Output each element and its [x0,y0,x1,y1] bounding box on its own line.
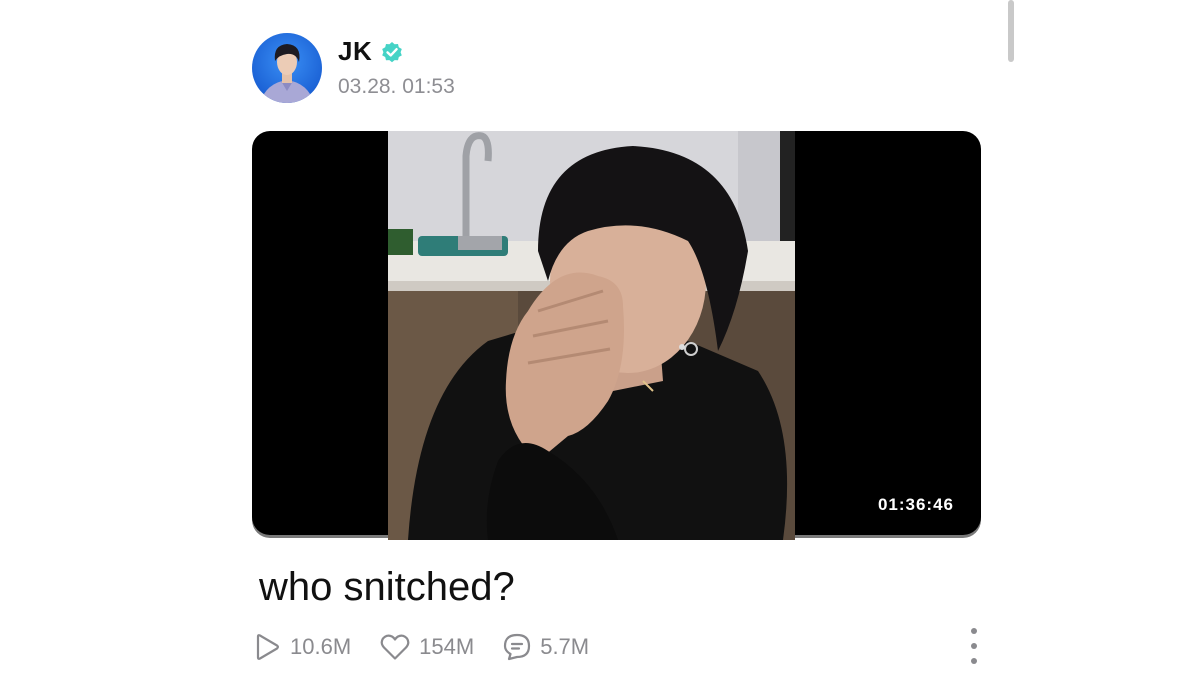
video-thumbnail[interactable] [388,131,795,540]
heart-icon[interactable] [379,632,411,662]
post-stats: 10.6M 154M 5.7M [252,628,617,666]
more-vertical-icon[interactable] [964,628,984,664]
plays-stat: 10.6M [252,632,351,662]
post-title[interactable]: who snitched? [259,565,515,610]
comments-count: 5.7M [540,634,590,659]
comment-icon[interactable] [502,632,532,662]
likes-count: 154M [419,634,475,659]
scrollbar[interactable] [1008,0,1014,62]
post-timestamp: 03.28. 01:53 [338,75,455,98]
play-icon [256,634,279,660]
comments-stat[interactable]: 5.7M [502,632,589,662]
video-duration: 01:36:46 [877,495,954,514]
author-name[interactable]: JK [338,36,372,67]
likes-stat[interactable]: 154M [379,632,474,662]
avatar[interactable] [252,33,322,103]
verified-badge-icon [380,40,404,64]
plays-count: 10.6M [290,634,352,659]
